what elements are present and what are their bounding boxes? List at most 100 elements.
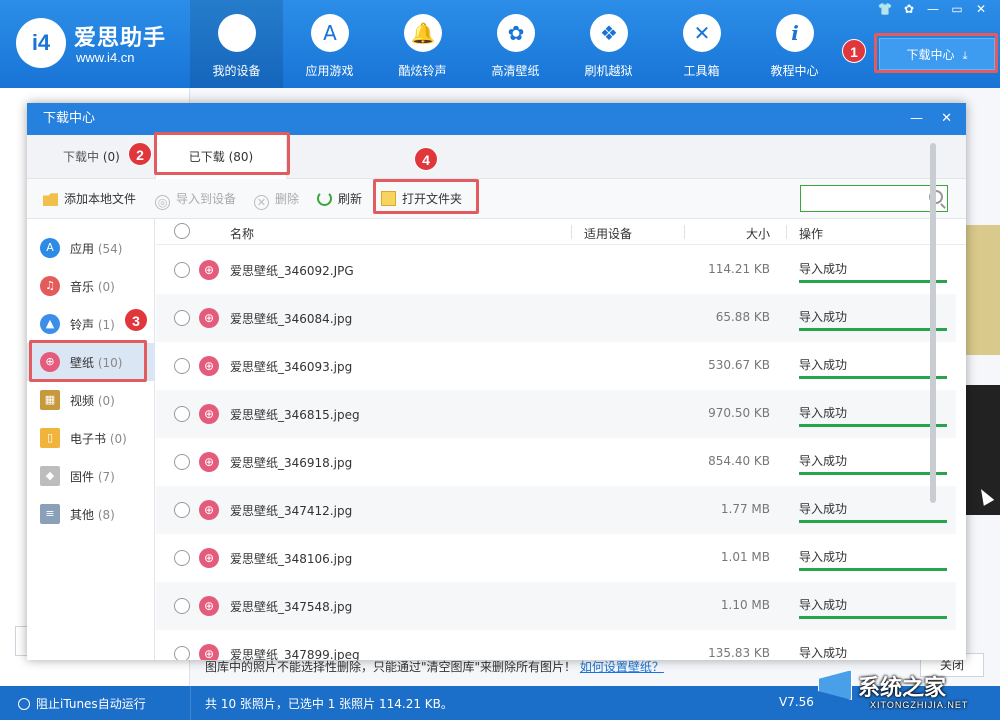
tab-count: (0) [103,150,120,164]
nav-label: 高清壁纸 [469,62,562,79]
file-size: 114.21 KB [708,262,770,276]
watermark-logo-icon [818,670,852,700]
nav-flash-jailbreak[interactable]: ❖ 刷机越狱 [562,0,655,88]
bell-icon: ▲ [40,314,60,334]
column-name[interactable]: 名称 [230,225,254,242]
refresh-button[interactable]: 刷新 [317,190,362,207]
nav-my-device[interactable]: 我的设备 [190,0,283,88]
file-list: 名称 适用设备 大小 操作 ⊕爱思壁纸_346092.JPG114.21 KB导… [156,219,966,660]
file-size: 65.88 KB [716,310,770,324]
column-size[interactable]: 大小 [746,225,770,242]
settings-icon[interactable]: ✿ [898,2,920,16]
background-wallpaper-preview [966,225,1000,355]
nav-toolbox[interactable]: ✕ 工具箱 [655,0,748,88]
nav-label: 应用游戏 [283,62,376,79]
file-name: 爱思壁纸_347548.jpg [230,598,352,615]
open-folder-label: 打开文件夹 [402,192,462,206]
watermark-text: 系统之家 [858,670,946,702]
dialog-tabs: 下载中 (0) 已下载 (80) [27,135,966,179]
nav-label: 我的设备 [190,62,283,79]
row-checkbox[interactable] [174,598,190,614]
row-checkbox[interactable] [174,310,190,326]
column-divider [684,225,685,239]
table-row[interactable]: ⊕爱思壁纸_347412.jpg1.77 MB导入成功 [156,486,956,534]
sidebar-item-firmware[interactable]: ◆ 固件 (7) [27,457,155,495]
nav-tutorials[interactable]: i 教程中心 [748,0,841,88]
sidebar-item-label: 视频 (0) [70,392,115,409]
sidebar-item-apps[interactable]: A 应用 (54) [27,229,155,267]
progress-bar [799,520,947,523]
open-folder-button[interactable]: 打开文件夹 [381,190,462,207]
nav-wallpapers[interactable]: ✿ 高清壁纸 [469,0,562,88]
tab-downloading[interactable]: 下载中 (0) [63,135,120,179]
delete-button[interactable]: ✕删除 [254,190,299,210]
table-row[interactable]: ⊕爱思壁纸_346815.jpeg970.50 KB导入成功 [156,390,956,438]
dialog-minimize-button[interactable]: — [910,111,923,126]
file-name: 爱思壁纸_347899.jpeg [230,646,360,660]
app-url: www.i4.cn [76,50,135,65]
progress-fill [799,280,947,283]
table-row[interactable]: ⊕爱思壁纸_346093.jpg530.67 KB导入成功 [156,342,956,390]
step-marker-3: 3 [124,308,148,332]
hint-link[interactable]: 如何设置壁纸？ [580,660,664,674]
add-folder-icon [43,191,58,206]
bell-icon: 🔔 [404,14,442,52]
background-hint: 图库中的照片不能选择性删除，只能通过"清空图库"来删除所有图片！ 如何设置壁纸？ [205,658,664,675]
file-size: 530.67 KB [708,358,770,372]
sidebar-item-wallpapers[interactable]: ⊕ 壁纸 (10) [27,343,155,381]
import-label: 导入到设备 [176,192,236,206]
table-row[interactable]: ⊕爱思壁纸_346918.jpg854.40 KB导入成功 [156,438,956,486]
sidebar-item-label: 铃声 (1) [70,316,115,333]
maximize-button[interactable]: ▭ [946,2,968,16]
block-itunes-toggle[interactable]: 阻止iTunes自动运行 [18,695,146,712]
download-center-button[interactable]: 下载中心⤓ [879,38,995,70]
hint-text: 图库中的照片不能选择性删除，只能通过"清空图库"来删除所有图片！ [205,660,576,674]
file-name: 爱思壁纸_346815.jpeg [230,406,360,423]
folder-icon [381,191,396,206]
sidebar-item-label: 电子书 (0) [70,430,127,447]
file-name: 爱思壁纸_346092.JPG [230,262,354,279]
row-checkbox[interactable] [174,502,190,518]
skin-icon[interactable]: 👕 [874,2,896,16]
sidebar-item-other[interactable]: ≡ 其他 (8) [27,495,155,533]
row-checkbox[interactable] [174,646,190,660]
progress-fill [799,568,947,571]
table-row[interactable]: ⊕爱思壁纸_347899.jpeg135.83 KB导入成功 [156,630,956,660]
radio-circle-icon [18,698,30,710]
nav-ringtones[interactable]: 🔔 酷炫铃声 [376,0,469,88]
dialog-close-button[interactable]: ✕ [941,111,952,126]
sidebar-item-music[interactable]: ♫ 音乐 (0) [27,267,155,305]
row-checkbox[interactable] [174,550,190,566]
row-checkbox[interactable] [174,406,190,422]
list-scrollbar[interactable] [930,143,936,503]
progress-fill [799,520,947,523]
apple-icon [218,14,256,52]
tab-downloaded[interactable]: 已下载 (80) [155,135,287,180]
table-row[interactable]: ⊕爱思壁纸_347548.jpg1.10 MB导入成功 [156,582,956,630]
file-size: 1.77 MB [721,502,770,516]
select-all-checkbox[interactable] [174,223,190,239]
close-button[interactable]: ✕ [970,2,992,16]
table-row[interactable]: ⊕爱思壁纸_348106.jpg1.01 MB导入成功 [156,534,956,582]
other-icon: ≡ [40,504,60,524]
sidebar-item-ebooks[interactable]: ▯ 电子书 (0) [27,419,155,457]
table-row[interactable]: ⊕爱思壁纸_346092.JPG114.21 KB导入成功 [156,246,956,294]
add-local-file-button[interactable]: 添加本地文件 [43,190,136,207]
column-device[interactable]: 适用设备 [584,225,632,242]
wallpaper-icon: ⊕ [199,308,219,328]
row-checkbox[interactable] [174,454,190,470]
row-checkbox[interactable] [174,262,190,278]
import-status: 导入成功 [799,452,847,469]
import-status: 导入成功 [799,644,847,660]
sidebar-item-videos[interactable]: ▦ 视频 (0) [27,381,155,419]
sidebar-item-label: 壁纸 (10) [70,354,122,371]
nav-apps-games[interactable]: A 应用游戏 [283,0,376,88]
table-row[interactable]: ⊕爱思壁纸_346084.jpg65.88 KB导入成功 [156,294,956,342]
row-checkbox[interactable] [174,358,190,374]
minimize-button[interactable]: — [922,2,944,16]
delete-label: 删除 [275,192,299,206]
import-to-device-button[interactable]: ◎导入到设备 [155,190,236,210]
search-box[interactable] [800,185,948,212]
file-size: 135.83 KB [708,646,770,660]
video-icon: ▦ [40,390,60,410]
